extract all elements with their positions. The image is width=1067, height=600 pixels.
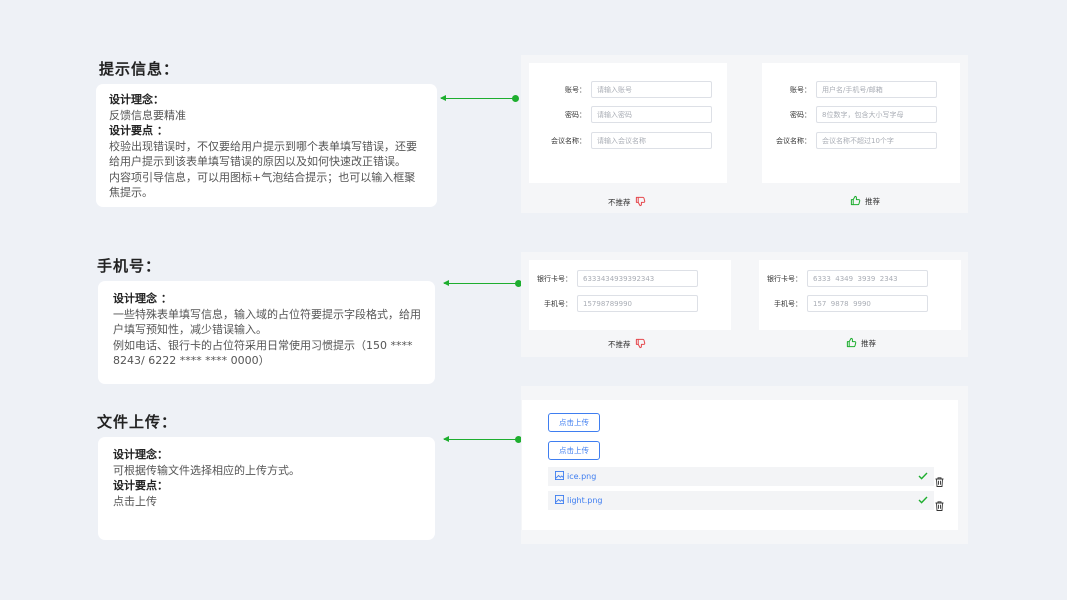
check-icon	[918, 495, 928, 507]
section-title-hint: 提示信息：	[99, 60, 180, 78]
bank-card-input[interactable]: 6333434939392343	[577, 270, 698, 287]
field-label: 手机号：	[544, 299, 572, 308]
section-title-upload: 文件上传：	[97, 413, 178, 431]
field-label: 手机号：	[774, 299, 802, 308]
upload-button[interactable]: 点击上传	[548, 441, 600, 460]
file-name: ice.png	[567, 472, 597, 481]
card-text: 校验出现错误时，不仅要给用户提示到哪个表单填写错误，还要给用户提示到该表单填写错…	[109, 139, 417, 169]
card-heading: 设计理念：	[113, 448, 168, 461]
thumbs-down-icon	[635, 196, 646, 209]
recommended-label: 推荐	[846, 337, 876, 350]
description-card-hint: 设计理念： 反馈信息要精准 设计要点 ： 校验出现错误时，不仅要给用户提示到哪个…	[96, 84, 437, 207]
example-area-phone: 银行卡号： 6333434939392343 手机号： 15798789990 不推…	[521, 252, 968, 357]
card-heading: 设计要点：	[113, 479, 168, 492]
meeting-name-input[interactable]: 会议名称不超过10个字	[816, 132, 937, 149]
bad-example-panel: 账号： 请输入账号 密码： 请输入密码 会议名称： 请输入会议名称	[529, 63, 727, 183]
good-example-panel: 银行卡号： 6333 4349 3939 2343 手机号： 157 9878 99…	[759, 260, 961, 330]
account-input[interactable]: 请输入账号	[591, 81, 712, 98]
card-heading: 设计理念：	[109, 93, 164, 106]
field-label: 银行卡号：	[767, 274, 802, 283]
field-label: 密码：	[790, 110, 811, 119]
field-label: 账号：	[565, 85, 586, 94]
delete-icon[interactable]	[935, 472, 944, 491]
delete-icon[interactable]	[935, 496, 944, 515]
example-area-upload: 点击上传 点击上传 ice.png light.png	[521, 386, 968, 544]
recommended-label: 推荐	[850, 195, 880, 208]
example-area-hint: 账号： 请输入账号 密码： 请输入密码 会议名称： 请输入会议名称 不推荐 账号： 用户…	[521, 55, 968, 213]
field-label: 会议名称：	[551, 136, 586, 145]
good-example-panel: 账号： 用户名/手机号/邮箱 密码： 8位数字，包含大小写字母 会议名称： 会议名称不…	[762, 63, 960, 183]
description-card-phone: 设计理念 ： 一些特殊表单填写信息，输入域的占位符要提示字段格式，给用户填写预知…	[98, 281, 435, 384]
image-file-icon	[555, 471, 564, 482]
connector-arrow	[443, 280, 522, 287]
not-recommended-label: 不推荐	[608, 196, 646, 209]
thumbs-up-icon	[846, 337, 857, 350]
field-label: 银行卡号：	[537, 274, 572, 283]
thumbs-up-icon	[850, 195, 861, 208]
card-heading: 设计理念 ：	[113, 292, 172, 305]
card-text: 一些特殊表单填写信息，输入域的占位符要提示字段格式，给用户填写预知性，减少错误输…	[113, 307, 421, 337]
check-icon	[918, 471, 928, 483]
card-text: 内容项引导信息，可以用图标+气泡结合提示；也可以输入框聚焦提示。	[109, 170, 416, 200]
field-label: 账号：	[790, 85, 811, 94]
connector-arrow	[443, 436, 522, 443]
upload-panel: 点击上传 点击上传 ice.png light.png	[522, 400, 958, 530]
upload-button[interactable]: 点击上传	[548, 413, 600, 432]
field-label: 密码：	[565, 110, 586, 119]
phone-input[interactable]: 15798789990	[577, 295, 698, 312]
account-input[interactable]: 用户名/手机号/邮箱	[816, 81, 937, 98]
file-name: light.png	[567, 496, 603, 505]
not-recommended-label: 不推荐	[608, 338, 646, 351]
image-file-icon	[555, 495, 564, 506]
uploaded-file-item[interactable]: ice.png	[548, 467, 934, 486]
card-text: 可根据传输文件选择相应的上传方式。	[113, 463, 300, 477]
bad-example-panel: 银行卡号： 6333434939392343 手机号： 15798789990	[529, 260, 731, 330]
card-text: 例如电话、银行卡的占位符采用日常使用习惯提示（150 **** 8243/ 62…	[113, 338, 413, 368]
uploaded-file-item[interactable]: light.png	[548, 491, 934, 510]
description-card-upload: 设计理念： 可根据传输文件选择相应的上传方式。 设计要点： 点击上传	[98, 437, 435, 540]
meeting-name-input[interactable]: 请输入会议名称	[591, 132, 712, 149]
field-label: 会议名称：	[776, 136, 811, 145]
phone-input[interactable]: 157 9878 9990	[807, 295, 928, 312]
connector-arrow	[440, 95, 519, 102]
thumbs-down-icon	[635, 338, 646, 351]
section-title-phone: 手机号：	[97, 257, 162, 275]
password-input[interactable]: 请输入密码	[591, 106, 712, 123]
card-heading: 设计要点 ：	[109, 124, 168, 137]
card-text: 点击上传	[113, 494, 157, 508]
bank-card-input[interactable]: 6333 4349 3939 2343	[807, 270, 928, 287]
card-text: 反馈信息要精准	[109, 108, 186, 122]
password-input[interactable]: 8位数字，包含大小写字母	[816, 106, 937, 123]
